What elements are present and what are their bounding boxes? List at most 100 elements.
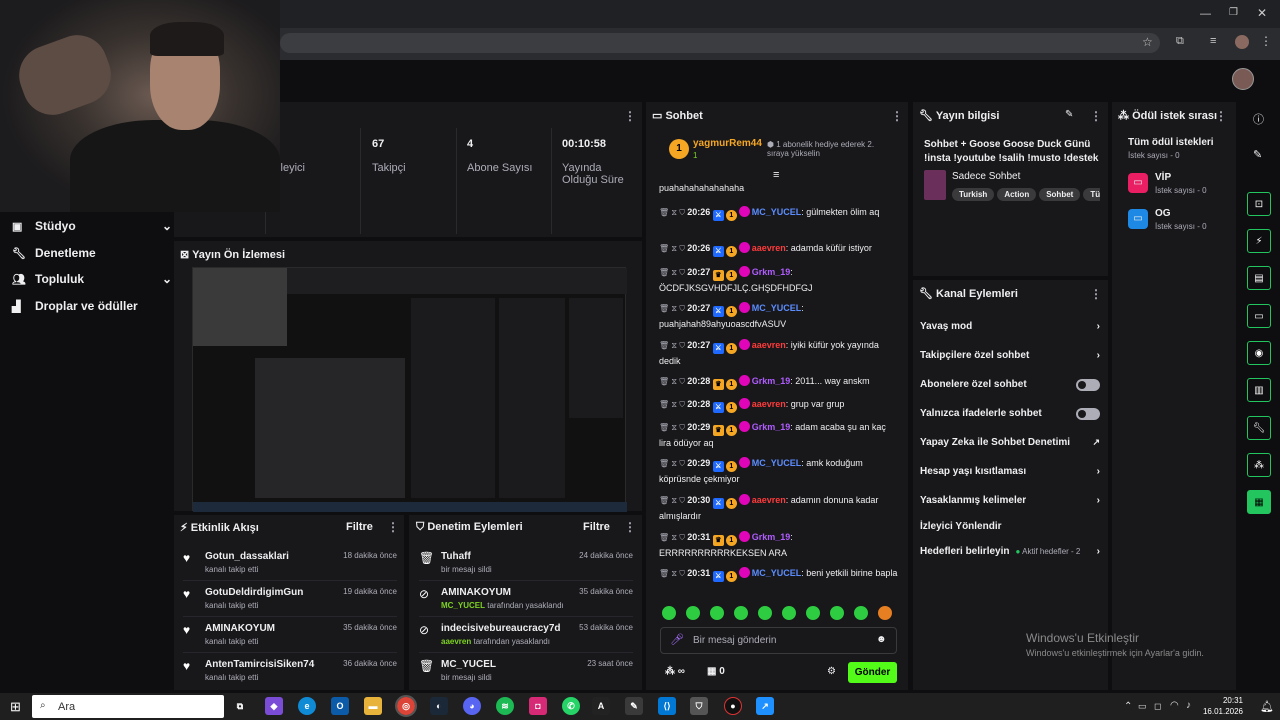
tag[interactable]: Sohbet — [1039, 188, 1081, 201]
mod-filter-button[interactable]: Filtre — [583, 521, 610, 533]
rail-preview-icon[interactable]: ⊡ — [1247, 192, 1271, 216]
bookmark-star-icon[interactable]: ☆ — [1142, 35, 1153, 49]
browser-menu-icon[interactable]: ⋮ — [1260, 34, 1272, 48]
treasure-chest[interactable]: ▦ 0 — [707, 666, 725, 677]
media-control-icon[interactable]: ≡ — [1210, 35, 1216, 47]
chat-username[interactable]: aaevren — [752, 399, 786, 409]
channel-actions-menu-icon[interactable]: ⋮ — [1090, 287, 1102, 301]
app-a-icon[interactable]: A — [592, 697, 610, 715]
chrome-icon[interactable]: ◎ — [395, 695, 417, 717]
mod-menu-icon[interactable]: ⋮ — [624, 520, 636, 534]
sidebar-item-moderation[interactable]: 🔧︎ Denetleme — [12, 241, 172, 265]
tray-app-icon[interactable]: ◻ — [1154, 701, 1161, 712]
delete-message-icon[interactable]: 🗑︎ — [659, 496, 671, 505]
emote-icon[interactable] — [830, 606, 844, 620]
vscode-icon[interactable]: ⟨⟩ — [658, 697, 676, 715]
chat-username[interactable]: MC_YUCEL — [752, 568, 802, 578]
rail-bolt-icon[interactable]: ⚡︎ — [1247, 229, 1271, 253]
delete-message-icon[interactable]: 🗑︎ — [659, 268, 671, 277]
activity-row[interactable]: ♥ Gotun_dassaklari kanalı takip etti 18 dak… — [183, 545, 397, 581]
close-icon[interactable]: ✕ — [1257, 6, 1267, 20]
delete-message-icon[interactable]: 🗑︎ — [659, 533, 671, 542]
chat-message[interactable]: 🗑︎ ⧖ ⛉ 20:27 ⚔︎ 1 aaevren: iyiki küfür yok… — [659, 338, 899, 368]
taskbar-clock-time[interactable]: 20:31 — [1205, 696, 1243, 705]
tray-network-icon[interactable]: ▭ — [1138, 701, 1147, 712]
edit-pencil-icon[interactable]: ✎ — [1253, 148, 1262, 161]
tray-wifi-icon[interactable]: ◠ — [1170, 700, 1179, 711]
address-bar[interactable] — [280, 33, 1160, 53]
rail-clapper-icon[interactable]: ▦ — [1247, 490, 1271, 514]
activity-row[interactable]: ♥ AntenTamircisiSiken74 kanalı takip etti 3… — [183, 653, 397, 689]
tag[interactable]: Action — [997, 188, 1037, 201]
task-view-icon[interactable]: ⧉ — [231, 697, 249, 715]
delete-message-icon[interactable]: 🗑︎ — [659, 400, 671, 409]
reward-name[interactable]: VİP — [1155, 172, 1171, 183]
chat-message[interactable]: 🗑︎ ⧖ ⛉ 20:29 ♛ 1 Grkm_19: adam acaba şu an… — [659, 420, 899, 450]
emoji-picker-icon[interactable]: ☻ — [876, 634, 887, 645]
chat-username[interactable]: MC_YUCEL — [752, 303, 802, 313]
chat-message[interactable]: 🗑︎ ⧖ ⛉ 20:31 ⚔︎ 1 MC_YUCEL: beni yetkili b… — [659, 566, 899, 582]
minimize-icon[interactable]: — — [1200, 8, 1211, 20]
emote-icon[interactable] — [854, 606, 868, 620]
rail-wrench-icon[interactable]: 🔧︎ — [1247, 416, 1271, 440]
delete-message-icon[interactable]: 🗑︎ — [659, 459, 671, 468]
chat-username[interactable]: Grkm_19 — [752, 376, 791, 386]
chat-message[interactable]: 🗑︎ ⧖ ⛉ 20:29 ⚔︎ 1 MC_YUCEL: amk koduğum kö… — [659, 456, 899, 486]
taskbar-clock-date[interactable]: 16.01.2026 — [1200, 707, 1243, 716]
stream-preview-video[interactable] — [192, 267, 627, 512]
emote-icon[interactable] — [710, 606, 724, 620]
chat-username[interactable]: MC_YUCEL — [752, 458, 802, 468]
leaderboard-user[interactable]: yagmurRem44 — [693, 138, 762, 149]
activity-row[interactable]: ♥ GotuDeldirdigimGun kanalı takip etti 19 d… — [183, 581, 397, 617]
chat-username[interactable]: aaevren — [752, 340, 786, 350]
chat-message[interactable]: 🗑︎ ⧖ ⛉ 20:31 ♛ 1 Grkm_19: ERRRRRRRRRRKEKSE… — [659, 530, 899, 560]
chat-message[interactable]: 🗑︎ ⧖ ⛉ 20:27 ⚔︎ 1 MC_YUCEL: puahjahah89ahy… — [659, 301, 899, 331]
delete-message-icon[interactable]: 🗑︎ — [659, 569, 671, 578]
reward-menu-icon[interactable]: ⋮ — [1215, 109, 1227, 123]
tray-chevron-icon[interactable]: ⌃ — [1124, 701, 1132, 712]
chat-menu-icon[interactable]: ⋮ — [891, 109, 903, 123]
rail-broadcast-icon[interactable]: ◉ — [1247, 341, 1271, 365]
chat-message[interactable]: 🗑︎ ⧖ ⛉ 20:30 ⚔︎ 1 aaevren: adamın donuna k… — [659, 493, 899, 523]
chat-message[interactable]: 🗑︎ ⧖ ⛉ 20:27 ♛ 1 Grkm_19: ÖCDFJKSGVHDFJLÇ.… — [659, 265, 899, 295]
chat-username[interactable]: Grkm_19 — [752, 422, 791, 432]
action-account-age[interactable]: Hesap yaşı kısıtlaması › — [912, 457, 1108, 486]
delete-message-icon[interactable]: 🗑︎ — [659, 244, 671, 253]
rail-chat-icon[interactable]: ▭ — [1247, 304, 1271, 328]
chat-settings-icon[interactable]: ⚙︎ — [827, 666, 836, 677]
emote-icon[interactable] — [758, 606, 772, 620]
mod-action-row[interactable]: 🗑︎ MC_YUCEL bir mesajı sildi 23 saat önce — [419, 653, 633, 689]
user-avatar[interactable] — [1232, 68, 1254, 90]
channel-points[interactable]: ⁂ ∞ — [665, 666, 685, 677]
chat-message[interactable]: 🗑︎ ⧖ ⛉ 20:28 ♛ 1 Grkm_19: 2011... way ansk… — [659, 374, 899, 390]
spotify-icon[interactable]: ≋ — [496, 697, 514, 715]
mod-action-row[interactable]: 🗑︎ Tuhaff bir mesajı sildi 24 dakika önce — [419, 545, 633, 581]
edit-pencil-icon[interactable]: ✎ — [1065, 109, 1073, 120]
chat-username[interactable]: Grkm_19 — [752, 532, 791, 542]
collapse-pinned-icon[interactable]: ≡ — [773, 169, 779, 181]
extensions-icon[interactable]: ⧉ — [1176, 35, 1184, 48]
steam-icon[interactable]: ◐ — [430, 697, 448, 715]
tag[interactable]: Tür — [1083, 188, 1100, 201]
file-explorer-icon[interactable]: ▬ — [364, 697, 382, 715]
copilot-icon[interactable]: ◆ — [265, 697, 283, 715]
gift-prompt[interactable]: ⬢ 1 abonelik hediye ederek 2. sıraya yük… — [767, 140, 895, 158]
action-ai-moderation[interactable]: Yapay Zeka ile Sohbet Denetimi ↗ — [912, 428, 1108, 457]
tag[interactable]: Turkish — [952, 188, 995, 201]
app-arrow-icon[interactable]: ↗ — [756, 697, 774, 715]
send-button[interactable]: Gönder — [848, 662, 897, 683]
stats-menu-icon[interactable]: ⋮ — [624, 109, 636, 123]
tray-volume-icon[interactable]: ♪ — [1186, 700, 1191, 711]
restore-icon[interactable]: ❐ — [1229, 7, 1238, 18]
reward-name[interactable]: OG — [1155, 208, 1171, 219]
outlook-icon[interactable]: O — [331, 697, 349, 715]
delete-message-icon[interactable]: 🗑︎ — [659, 377, 671, 386]
chat-username[interactable]: MC_YUCEL — [752, 207, 802, 217]
mod-action-row[interactable]: ⊘ AMINAKOYUM MC_YUCEL tarafından yasakland… — [419, 581, 633, 617]
emote-icon[interactable] — [662, 606, 676, 620]
emote-icon[interactable] — [686, 606, 700, 620]
activity-filter-button[interactable]: Filtre — [346, 521, 373, 533]
action-emote-only[interactable]: Yalnızca ifadelerle sohbet — [912, 399, 1108, 428]
action-slow-mode[interactable]: Yavaş mod › — [912, 312, 1108, 341]
action-raid[interactable]: İzleyici Yönlendir — [912, 515, 1108, 537]
